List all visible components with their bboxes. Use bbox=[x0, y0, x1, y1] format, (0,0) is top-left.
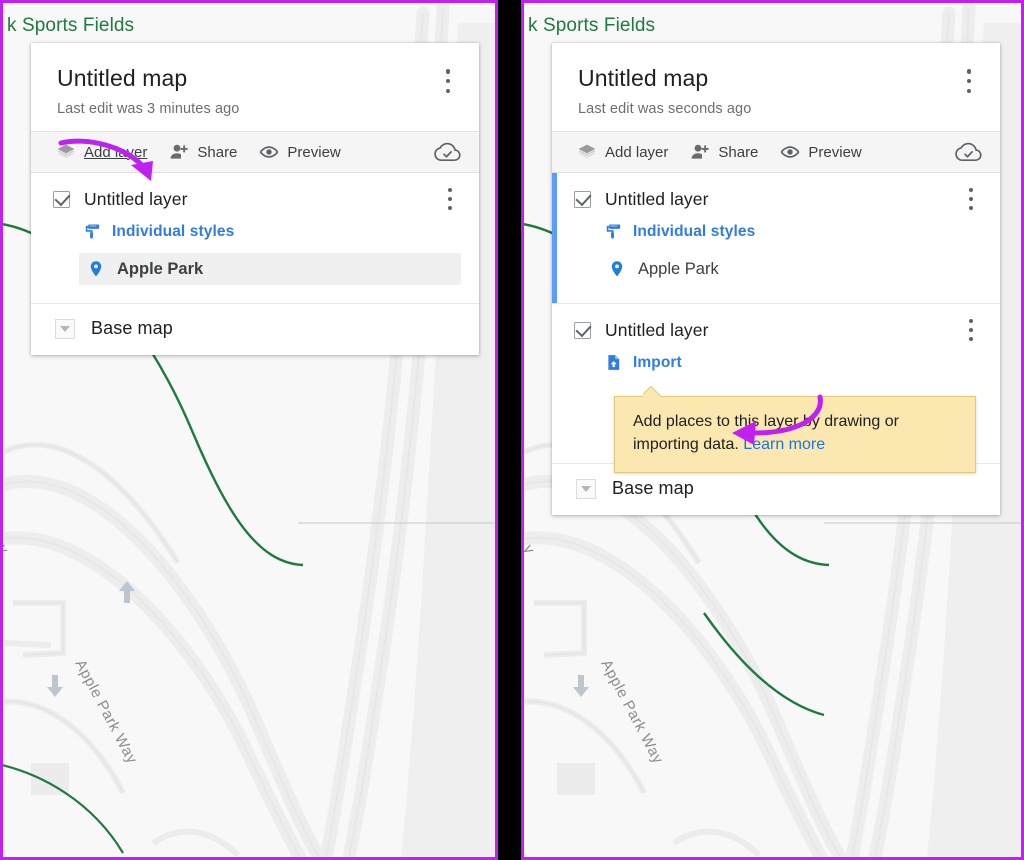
caret-down-icon[interactable] bbox=[55, 318, 75, 339]
layer-visibility-checkbox[interactable] bbox=[574, 191, 591, 208]
import-tooltip: Add places to this layer by drawing or i… bbox=[614, 396, 976, 474]
preview-label: Preview bbox=[808, 143, 862, 161]
layer-kebab-menu-icon[interactable] bbox=[960, 318, 982, 342]
card-header: Untitled map Last edit was 3 minutes ago bbox=[31, 43, 479, 161]
layer-name: Untitled layer bbox=[605, 189, 709, 209]
map-green-area-label: k Sports Fields bbox=[528, 15, 656, 36]
kebab-menu-icon[interactable] bbox=[437, 66, 459, 96]
screenshot-stage: Apple Park Way y k Sports Fields Untitle… bbox=[0, 0, 1024, 860]
layer-item[interactable]: Untitled layer Individual styles Apple P… bbox=[31, 173, 479, 304]
layer-item[interactable]: Untitled layer Import Add places to this… bbox=[552, 304, 1000, 474]
individual-styles-label: Individual styles bbox=[112, 223, 235, 240]
page-title[interactable]: Untitled map bbox=[57, 65, 455, 92]
layer-name: Untitled layer bbox=[605, 320, 709, 340]
person-add-icon bbox=[690, 142, 710, 162]
person-add-icon bbox=[169, 142, 189, 162]
layers-icon bbox=[577, 142, 597, 162]
card-header: Untitled map Last edit was seconds ago bbox=[552, 43, 1000, 161]
add-layer-button[interactable]: Add layer bbox=[566, 132, 679, 172]
share-label: Share bbox=[718, 143, 759, 161]
layer-visibility-checkbox[interactable] bbox=[53, 191, 70, 208]
paint-roller-icon bbox=[604, 222, 624, 242]
layer-kebab-menu-icon[interactable] bbox=[960, 187, 982, 211]
layer-item[interactable]: Untitled layer Individual styles Apple P… bbox=[552, 173, 1000, 304]
add-layer-label: Add layer bbox=[605, 143, 669, 161]
individual-styles-link[interactable]: Individual styles bbox=[604, 222, 755, 242]
last-edit-status: Last edit was 3 minutes ago bbox=[57, 101, 240, 117]
cloud-saved-icon[interactable] bbox=[433, 141, 461, 163]
map-green-area-label: k Sports Fields bbox=[7, 15, 135, 36]
map-pin-icon bbox=[608, 259, 628, 279]
last-edit-status: Last edit was seconds ago bbox=[578, 101, 752, 117]
preview-button[interactable]: Preview bbox=[769, 132, 872, 172]
right-screenshot-pane: Apple Park Way y k Sports Fields Untitle… bbox=[521, 0, 1024, 860]
card-toolbar: Add layer Share Preview bbox=[552, 131, 1000, 173]
place-item[interactable]: Apple Park bbox=[600, 253, 982, 285]
place-item[interactable]: Apple Park bbox=[79, 253, 461, 285]
map-editor-card-left: Untitled map Last edit was 3 minutes ago bbox=[31, 43, 479, 355]
add-layer-label: Add layer bbox=[84, 143, 148, 161]
tooltip-tail-icon bbox=[643, 386, 663, 397]
import-label: Import bbox=[633, 354, 682, 371]
preview-label: Preview bbox=[287, 143, 341, 161]
share-button[interactable]: Share bbox=[679, 132, 769, 172]
eye-icon bbox=[259, 142, 279, 162]
card-toolbar: Add layer Share Preview bbox=[31, 131, 479, 173]
base-map-label: Base map bbox=[612, 478, 694, 498]
kebab-menu-icon[interactable] bbox=[958, 66, 980, 96]
paint-roller-icon bbox=[83, 222, 103, 242]
eye-icon bbox=[780, 142, 800, 162]
layer-name: Untitled layer bbox=[84, 189, 188, 209]
import-link[interactable]: Import bbox=[604, 353, 682, 373]
individual-styles-label: Individual styles bbox=[633, 223, 756, 240]
preview-button[interactable]: Preview bbox=[248, 132, 351, 172]
cloud-saved-icon[interactable] bbox=[954, 141, 982, 163]
layers-icon bbox=[56, 142, 76, 162]
map-pin-icon bbox=[87, 259, 107, 279]
learn-more-link[interactable]: Learn more bbox=[743, 436, 825, 453]
page-title[interactable]: Untitled map bbox=[578, 65, 976, 92]
individual-styles-link[interactable]: Individual styles bbox=[83, 222, 234, 242]
left-screenshot-pane: Apple Park Way y k Sports Fields Untitle… bbox=[0, 0, 498, 860]
share-label: Share bbox=[197, 143, 238, 161]
place-name: Apple Park bbox=[117, 259, 204, 278]
caret-down-icon[interactable] bbox=[576, 478, 596, 499]
base-map-row[interactable]: Base map bbox=[31, 304, 479, 355]
map-editor-card-right: Untitled map Last edit was seconds ago A… bbox=[552, 43, 1000, 515]
share-button[interactable]: Share bbox=[158, 132, 248, 172]
add-layer-button[interactable]: Add layer bbox=[45, 132, 158, 172]
import-file-icon bbox=[604, 353, 624, 373]
place-name: Apple Park bbox=[638, 259, 719, 278]
base-map-label: Base map bbox=[91, 318, 173, 338]
layer-kebab-menu-icon[interactable] bbox=[439, 187, 461, 211]
layer-visibility-checkbox[interactable] bbox=[574, 322, 591, 339]
